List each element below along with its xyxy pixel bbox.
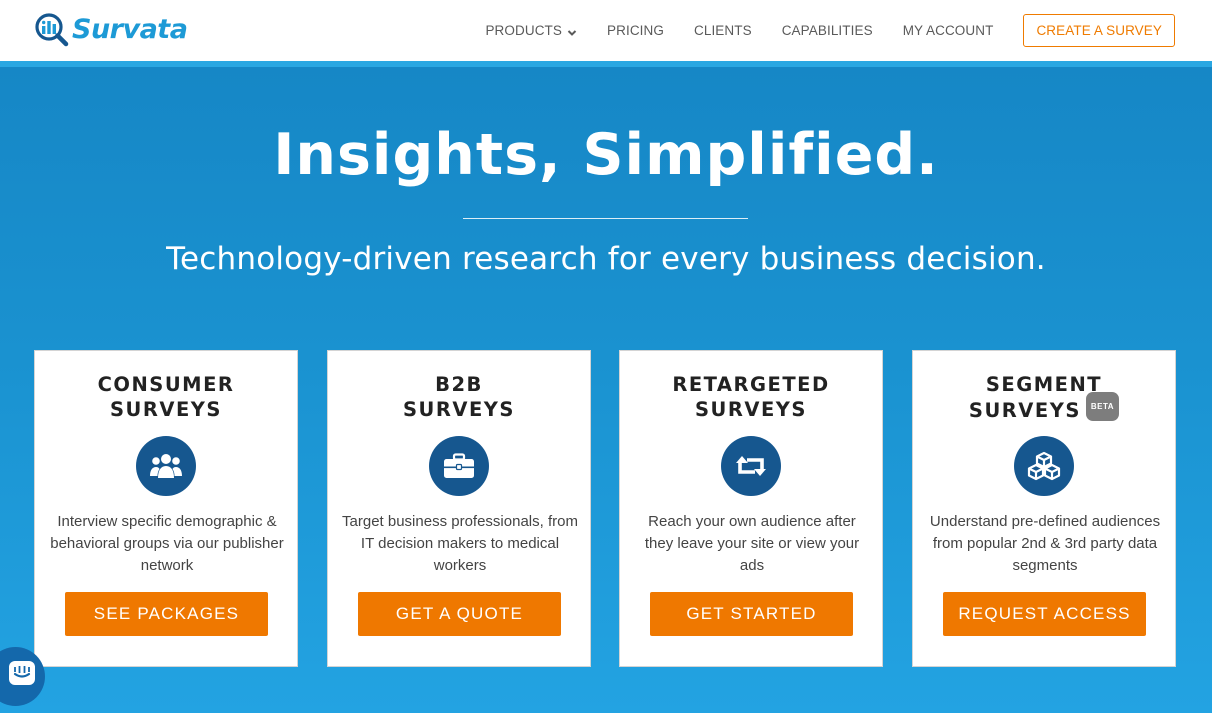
- logo[interactable]: Survata: [34, 12, 188, 48]
- card-description: Understand pre-defined audiences from po…: [929, 513, 1161, 574]
- magnifier-chart-icon: [34, 12, 70, 48]
- card-title-line1: B2B: [435, 373, 483, 396]
- hero-subtitle: Technology-driven research for every bus…: [166, 241, 1046, 277]
- nav-pricing[interactable]: PRICING: [607, 23, 664, 38]
- card-description: Target business professionals, from IT d…: [342, 513, 578, 574]
- get-started-button[interactable]: GET STARTED: [650, 592, 853, 636]
- create-survey-button[interactable]: CREATE A SURVEY: [1023, 14, 1175, 47]
- card-title-line1: CONSUMER: [97, 373, 235, 396]
- users-icon: [136, 436, 196, 496]
- hero-section: Insights, Simplified. Technology-driven …: [0, 67, 1212, 713]
- card-title-line2-wrap: SURVEYS BETA: [913, 392, 1175, 426]
- card-title-line1: SEGMENT: [985, 373, 1103, 396]
- card-title-line2: SURVEYS: [968, 399, 1081, 422]
- card-title: CONSUMER SURVEYS: [35, 372, 297, 422]
- main-nav: PRODUCTS PRICING CLIENTS CAPABILITIES MY…: [455, 0, 1175, 61]
- retweet-icon: [721, 436, 781, 496]
- nav-clients[interactable]: CLIENTS: [694, 23, 752, 38]
- product-card-segment: SEGMENT SURVEYS BETA Understand pre-defin…: [912, 350, 1176, 667]
- card-title: B2B SURVEYS: [328, 372, 590, 422]
- card-title: RETARGETED SURVEYS: [620, 372, 882, 422]
- cubes-icon: [1014, 436, 1074, 496]
- chat-icon: [0, 659, 37, 694]
- nav-products-label: PRODUCTS: [485, 23, 563, 38]
- request-access-button[interactable]: REQUEST ACCESS: [943, 592, 1146, 636]
- beta-badge: BETA: [1085, 392, 1120, 421]
- card-description: Interview specific demographic & behavio…: [50, 513, 284, 574]
- hero-title: Insights, Simplified.: [273, 122, 939, 188]
- see-packages-button[interactable]: SEE PACKAGES: [65, 592, 268, 636]
- logo-wordmark: Survata: [72, 14, 188, 45]
- card-title-line2: SURVEYS: [403, 398, 515, 421]
- nav-capabilities[interactable]: CAPABILITIES: [782, 23, 873, 38]
- get-a-quote-button[interactable]: GET A QUOTE: [358, 592, 561, 636]
- hero-divider: [463, 218, 748, 219]
- card-description: Reach your own audience after they leave…: [644, 513, 860, 574]
- product-card-b2b: B2B SURVEYS Target business professional…: [327, 350, 591, 667]
- briefcase-icon: [429, 436, 489, 496]
- nav-my-account[interactable]: MY ACCOUNT: [903, 23, 994, 38]
- product-card-retargeted: RETARGETED SURVEYS Reach your own audien…: [619, 350, 883, 667]
- product-card-consumer: CONSUMER SURVEYS Interview specific demo…: [34, 350, 298, 667]
- card-title-line2: SURVEYS: [110, 398, 222, 421]
- site-header: Survata PRODUCTS PRICING CLIENTS CAPABIL…: [0, 0, 1212, 61]
- card-title-line1: RETARGETED: [672, 373, 830, 396]
- card-title: SEGMENT SURVEYS BETA: [913, 372, 1175, 426]
- chevron-down-icon: [567, 26, 577, 36]
- card-title-line2: SURVEYS: [695, 398, 807, 421]
- nav-products[interactable]: PRODUCTS: [485, 23, 577, 38]
